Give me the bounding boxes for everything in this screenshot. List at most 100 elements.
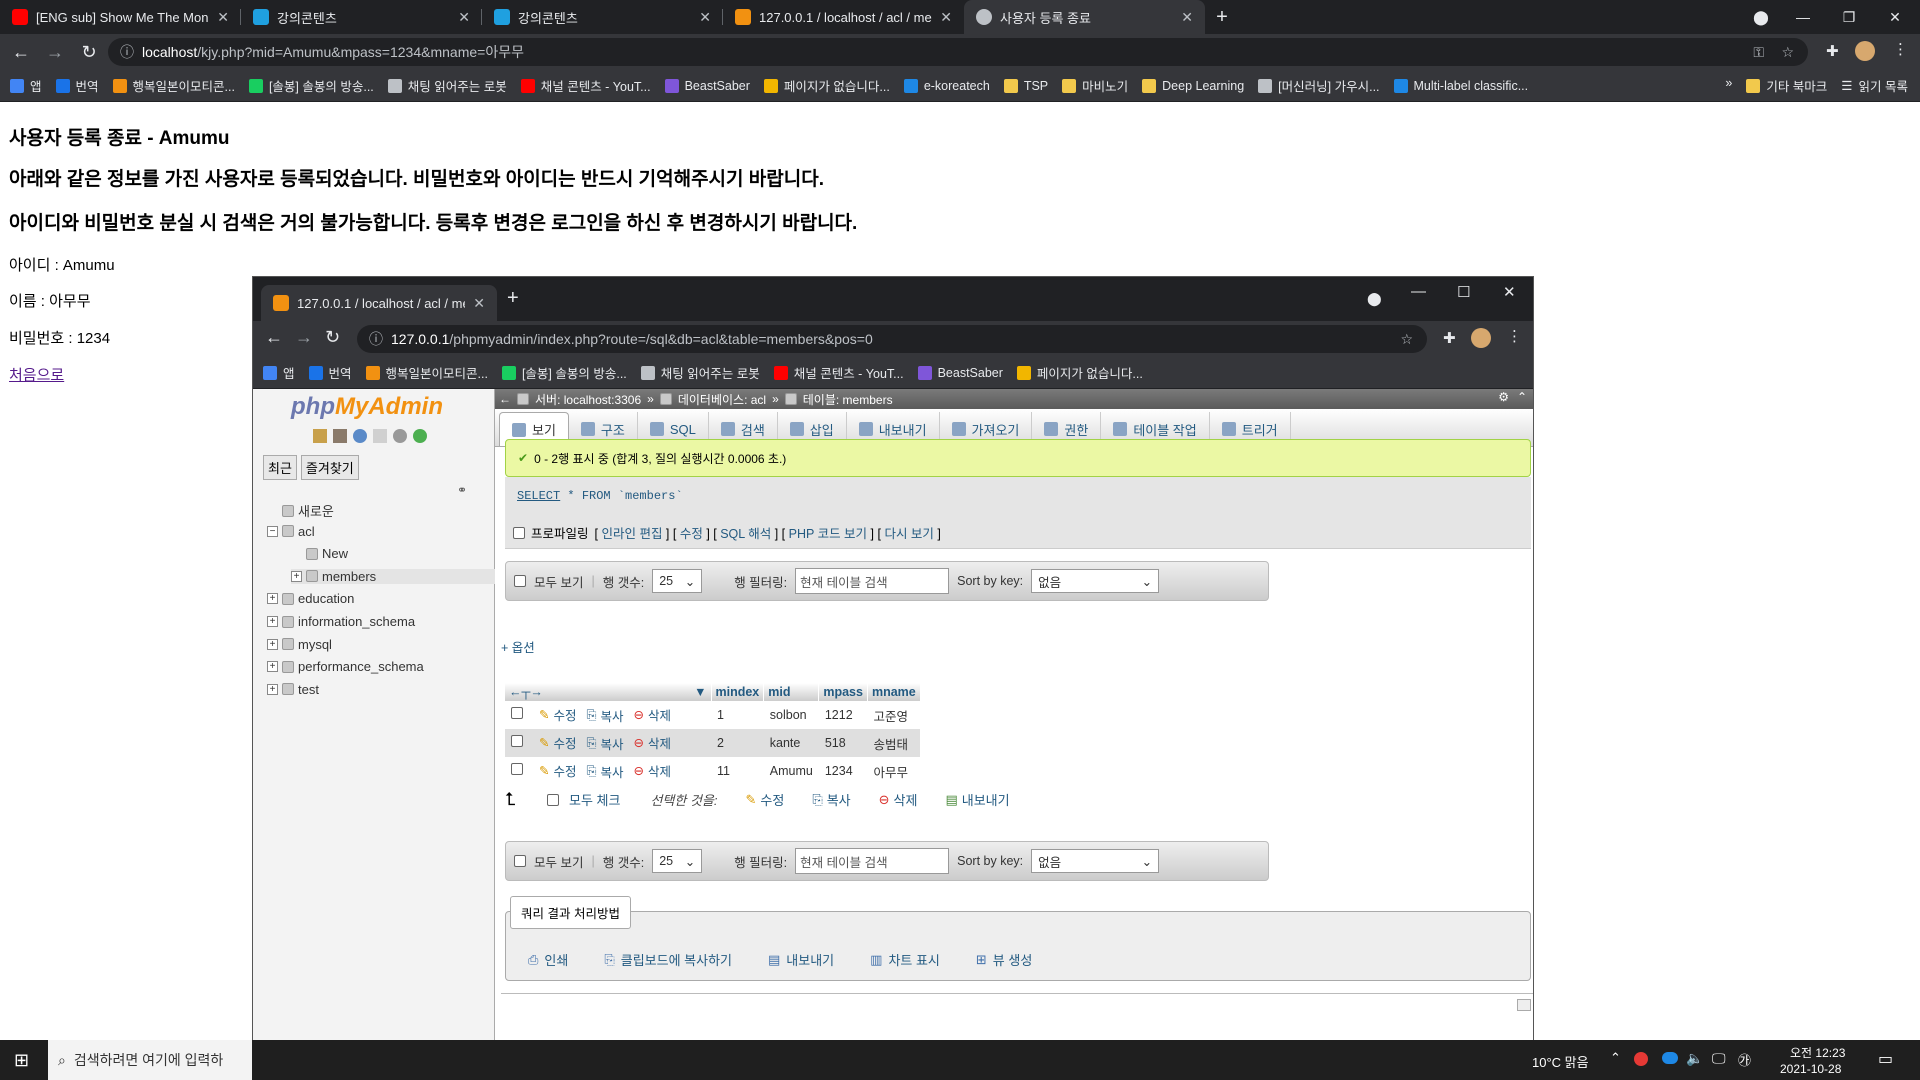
- sort-key-select[interactable]: 없음 ⌄: [1031, 569, 1160, 593]
- cell-mid[interactable]: Amumu: [763, 757, 819, 785]
- breadcrumb-server[interactable]: 서버: localhost:3306: [535, 391, 641, 408]
- gear-icon[interactable]: [393, 429, 407, 443]
- windows-start-icon[interactable]: ⊞: [14, 1050, 29, 1071]
- tree-item--[interactable]: 새로운: [267, 501, 334, 520]
- print-button[interactable]: ⎙ 인쇄: [528, 950, 568, 969]
- expand-icon[interactable]: +: [267, 616, 278, 627]
- collapse-up-icon[interactable]: ⌃: [1517, 390, 1527, 404]
- onedrive-icon[interactable]: [1662, 1052, 1678, 1064]
- breadcrumb-database[interactable]: 데이터베이스: acl: [678, 391, 766, 408]
- check-all-label[interactable]: 모두 체크: [569, 790, 620, 809]
- profiling-checkbox[interactable]: [513, 526, 525, 539]
- cell-mname[interactable]: 송범태: [867, 729, 921, 757]
- clock-time[interactable]: 오전 12:23: [1790, 1044, 1845, 1061]
- row-count-select[interactable]: 25 ⌄: [652, 849, 703, 873]
- maximize-button[interactable]: ☐: [1457, 283, 1470, 301]
- cell-mid[interactable]: kante: [763, 729, 819, 757]
- cell-mpass[interactable]: 518: [818, 729, 868, 757]
- bookmark-item[interactable]: BeastSaber: [664, 78, 750, 93]
- star-icon[interactable]: ☆: [1400, 331, 1413, 348]
- column-resize-header[interactable]: ←┬→ ▼: [505, 683, 712, 701]
- bookmark-item[interactable]: 채팅 읽어주는 로봇: [387, 76, 507, 95]
- clock-date[interactable]: 2021-10-28: [1780, 1062, 1841, 1076]
- delete-row-button[interactable]: ⊖ 삭제: [634, 705, 672, 724]
- tree-item-members[interactable]: + members: [291, 568, 511, 584]
- info-icon[interactable]: ⓘ: [120, 42, 134, 62]
- tab-search-icon[interactable]: ⬤: [1738, 0, 1784, 34]
- browser-tab[interactable]: 강의콘텐츠 ✕: [482, 0, 723, 34]
- close-tab-icon[interactable]: ✕: [473, 295, 485, 312]
- chart-button[interactable]: ▥ 차트 표시: [870, 950, 940, 969]
- cell-mindex[interactable]: 1: [711, 701, 764, 729]
- sort-toggle-icon[interactable]: ▼: [694, 685, 706, 699]
- sql-link[interactable]: 수정: [680, 527, 703, 541]
- avatar[interactable]: [1471, 328, 1491, 348]
- more-bookmarks-icon[interactable]: »: [1725, 76, 1732, 95]
- close-tab-icon[interactable]: ✕: [458, 9, 470, 26]
- edit-row-button[interactable]: ✎ 수정: [539, 761, 577, 780]
- export-button[interactable]: ▤ 내보내기: [768, 950, 834, 969]
- create-view-button[interactable]: ⊞ 뷰 생성: [976, 950, 1032, 969]
- home-link[interactable]: 처음으로: [9, 367, 64, 384]
- tree-item-information-schema[interactable]: + information_schema: [267, 614, 415, 629]
- browser-tab-active[interactable]: 사용자 등록 종료 ✕: [964, 0, 1205, 34]
- reload-icon[interactable]: ↻: [76, 42, 102, 63]
- cell-mpass[interactable]: 1234: [818, 757, 868, 785]
- edit-row-button[interactable]: ✎ 수정: [539, 705, 577, 724]
- edit-row-button[interactable]: ✎ 수정: [539, 733, 577, 752]
- minimize-button[interactable]: —: [1411, 283, 1426, 300]
- copy-clipboard-button[interactable]: ⎘ 클립보드에 복사하기: [604, 950, 732, 969]
- gear-icon[interactable]: ⚙: [1498, 390, 1509, 404]
- bookmark-item[interactable]: 앱: [10, 76, 42, 95]
- bookmark-item[interactable]: BeastSaber: [917, 365, 1003, 380]
- bulk-delete-button[interactable]: ⊖ 삭제: [879, 790, 918, 809]
- bookmark-item[interactable]: [솔봉] 솔봉의 방송...: [501, 363, 627, 382]
- cell-mid[interactable]: solbon: [763, 701, 819, 729]
- bookmark-item[interactable]: 채널 콘텐츠 - YouT...: [773, 363, 904, 382]
- help-icon[interactable]: [353, 429, 367, 443]
- tree-item-new[interactable]: New: [291, 546, 348, 561]
- back-icon[interactable]: ←: [265, 327, 283, 348]
- language-icon[interactable]: ㉮: [1738, 1050, 1751, 1069]
- bookmark-item[interactable]: TSP: [1003, 78, 1048, 93]
- reload-icon[interactable]: ↻: [325, 327, 340, 348]
- bulk-copy-button[interactable]: ⎘ 복사: [812, 790, 850, 809]
- pma-logo[interactable]: phpMyAdmin: [291, 393, 443, 421]
- row-filter-input[interactable]: 현재 테이블 검색: [795, 848, 950, 874]
- copy-row-button[interactable]: ⎘ 복사: [587, 734, 624, 753]
- taskbar-search-input[interactable]: ⌕ 검색하려면 여기에 입력하: [48, 1040, 252, 1080]
- sort-key-select[interactable]: 없음 ⌄: [1031, 849, 1160, 873]
- back-icon[interactable]: ←: [8, 42, 34, 63]
- tab-search-icon[interactable]: ⬤: [1367, 291, 1382, 307]
- copy-row-button[interactable]: ⎘ 복사: [587, 706, 624, 725]
- cell-mname[interactable]: 아무무: [867, 757, 921, 785]
- row-checkbox[interactable]: [511, 735, 523, 747]
- bookmark-item[interactable]: 채널 콘텐츠 - YouT...: [520, 76, 651, 95]
- tree-item-acl[interactable]: − acl: [267, 524, 315, 539]
- row-checkbox[interactable]: [511, 707, 523, 719]
- nav-tab-recent[interactable]: 최근: [263, 455, 297, 480]
- sql-keyword[interactable]: SELECT: [517, 489, 560, 503]
- bookmark-item[interactable]: 채팅 읽어주는 로봇: [640, 363, 760, 382]
- volume-icon[interactable]: 🔈: [1686, 1050, 1703, 1067]
- bookmark-item[interactable]: 번역: [55, 76, 99, 95]
- expand-icon[interactable]: +: [267, 683, 278, 695]
- row-checkbox[interactable]: [511, 763, 523, 775]
- menu-icon[interactable]: ⋮: [1893, 40, 1908, 58]
- restore-button[interactable]: ❐: [1826, 0, 1872, 34]
- bookmark-item[interactable]: 페이지가 없습니다...: [1016, 363, 1143, 382]
- cell-mindex[interactable]: 11: [711, 757, 764, 785]
- reading-list[interactable]: ☰ 읽기 목록: [1841, 76, 1908, 95]
- logout-icon[interactable]: [333, 429, 347, 443]
- docs-icon[interactable]: [373, 429, 387, 443]
- weather-text[interactable]: 10°C 맑음: [1532, 1052, 1589, 1071]
- cell-mname[interactable]: 고준영: [867, 701, 921, 729]
- reload-nav-icon[interactable]: [413, 429, 427, 443]
- row-count-select[interactable]: 25 ⌄: [652, 569, 703, 593]
- expand-icon[interactable]: +: [267, 593, 278, 605]
- bookmark-item[interactable]: [머신러닝] 가우시...: [1258, 76, 1380, 95]
- link-icon[interactable]: ⚭: [457, 483, 467, 497]
- tree-item-performance-schema[interactable]: + performance_schema: [267, 659, 424, 674]
- chevron-up-icon[interactable]: ⌃: [1610, 1050, 1621, 1066]
- tree-item-education[interactable]: + education: [267, 591, 354, 606]
